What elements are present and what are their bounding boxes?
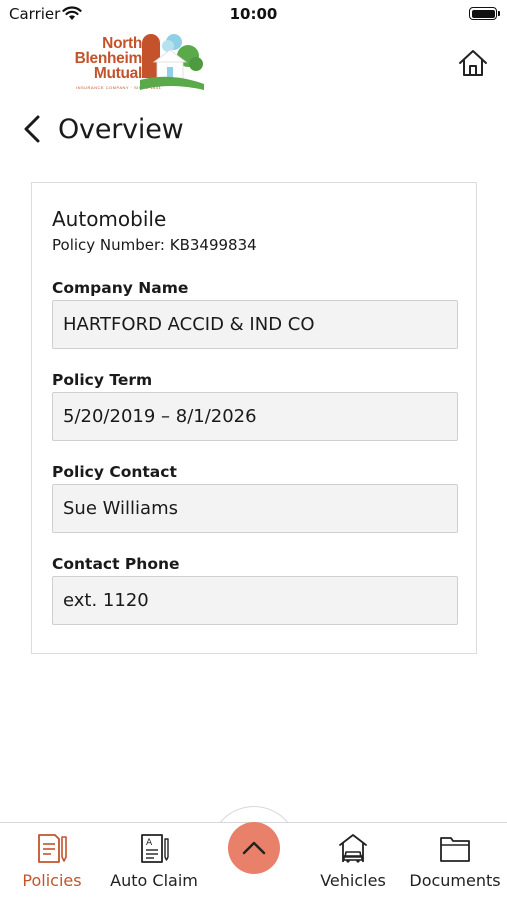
vehicles-car-house-icon [339, 834, 367, 863]
home-icon [459, 50, 487, 76]
policy-type: Automobile [52, 207, 167, 231]
company-name-label: Company Name [52, 279, 189, 297]
tab-documents-label: Documents [409, 871, 501, 890]
nav-header: Overview [22, 108, 184, 150]
back-button[interactable] [22, 109, 50, 149]
contact-phone-label: Contact Phone [52, 555, 180, 573]
company-name-field: HARTFORD ACCID & IND CO [52, 300, 458, 349]
tab-policies[interactable]: Policies [12, 823, 92, 900]
status-bar: Carrier 10:00 [0, 0, 507, 28]
contact-phone-field: ext. 1120 [52, 576, 458, 625]
tab-vehicles[interactable]: Vehicles [313, 823, 393, 900]
policy-contact-label: Policy Contact [52, 463, 177, 481]
tab-policies-label: Policies [22, 871, 82, 890]
documents-folder-icon [440, 837, 470, 862]
policy-card: Automobile Policy Number: KB3499834 Comp… [31, 182, 477, 654]
logo-wordmark: North Blenheim Mutual [74, 35, 143, 82]
page-title: Overview [58, 113, 184, 145]
logo-house-icon [140, 34, 204, 90]
policy-contact-field: Sue Williams [52, 484, 458, 533]
home-button[interactable] [455, 45, 491, 81]
chevron-left-icon [24, 115, 40, 143]
policy-number: Policy Number: KB3499834 [52, 236, 257, 254]
tab-auto-claim[interactable]: A Auto Claim [108, 823, 200, 900]
policies-document-icon [38, 834, 67, 863]
policy-term-label: Policy Term [52, 371, 153, 389]
tab-vehicles-label: Vehicles [320, 871, 386, 890]
tab-auto-claim-label: Auto Claim [110, 871, 198, 890]
expand-menu-button[interactable] [228, 822, 280, 874]
battery-icon [469, 7, 500, 20]
auto-claim-form-icon: A [141, 834, 169, 863]
company-logo: North Blenheim Mutual INSURANCE COMPANY … [62, 32, 204, 94]
tab-documents[interactable]: Documents [405, 823, 505, 900]
chevron-up-icon [242, 841, 266, 855]
svg-text:A: A [146, 838, 153, 848]
status-time: 10:00 [229, 5, 278, 23]
policy-term-field: 5/20/2019 – 8/1/2026 [52, 392, 458, 441]
